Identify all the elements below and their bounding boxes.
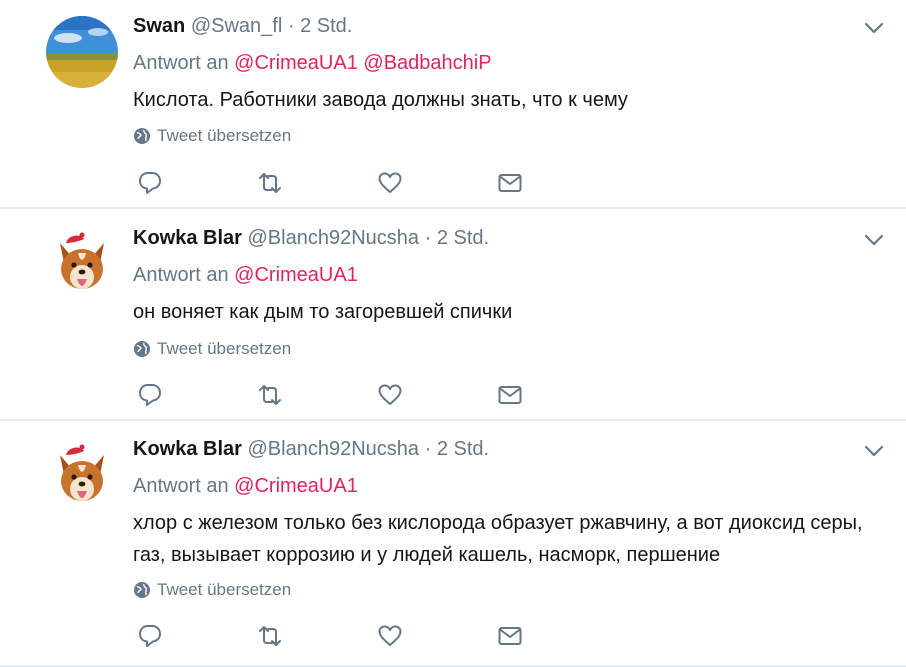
like-icon[interactable] <box>377 623 403 649</box>
like-icon[interactable] <box>377 170 403 196</box>
avatar[interactable] <box>46 439 118 511</box>
user-handle[interactable]: @Blanch92Nucsha <box>248 438 420 460</box>
message-icon[interactable] <box>497 623 523 649</box>
tweet-text: Кислота. Работники завода должны знать, … <box>133 89 628 111</box>
reply-context: Antwort an @CrimeaUA1 <box>133 264 358 287</box>
chevron-down-icon[interactable] <box>862 16 886 40</box>
translate-link[interactable]: Tweet übersetzen <box>133 126 291 146</box>
globe-icon <box>134 341 150 357</box>
user-handle[interactable]: @Swan_fl <box>191 15 282 37</box>
retweet-icon[interactable] <box>257 623 283 649</box>
chevron-down-icon[interactable] <box>862 439 886 463</box>
tweet[interactable]: Swan @Swan_fl · 2 Std. Antwort an @Crime… <box>0 0 906 209</box>
reply-prefix: Antwort an <box>133 264 229 286</box>
tweet[interactable]: Kowka Blar @Blanch92Nucsha · 2 Std. Antw… <box>0 209 906 421</box>
user-name[interactable]: Kowka Blar <box>133 227 242 249</box>
avatar[interactable] <box>46 16 118 88</box>
retweet-icon[interactable] <box>257 170 283 196</box>
separator-dot: · <box>424 438 432 460</box>
mention-link[interactable]: @CrimeaUA1 <box>234 52 358 74</box>
tweet[interactable]: Kowka Blar @Blanch92Nucsha · 2 Std. Antw… <box>0 421 906 667</box>
translate-label: Tweet übersetzen <box>157 580 292 599</box>
tweet-actions <box>137 382 537 408</box>
translate-link[interactable]: Tweet übersetzen <box>133 580 291 600</box>
tweet-actions <box>137 170 537 196</box>
user-name[interactable]: Kowka Blar <box>133 438 242 460</box>
translate-link[interactable]: Tweet übersetzen <box>133 339 291 359</box>
mention-link[interactable]: @CrimeaUA1 <box>234 264 358 286</box>
like-icon[interactable] <box>377 382 403 408</box>
timestamp[interactable]: 2 Std. <box>437 227 489 249</box>
translate-label: Tweet übersetzen <box>157 339 292 358</box>
reply-icon[interactable] <box>137 623 163 649</box>
reply-prefix: Antwort an <box>133 52 229 74</box>
retweet-icon[interactable] <box>257 382 283 408</box>
reply-context: Antwort an @CrimeaUA1 @BadbahchiP <box>133 52 492 75</box>
user-name[interactable]: Swan <box>133 15 185 37</box>
user-handle[interactable]: @Blanch92Nucsha <box>248 227 420 249</box>
message-icon[interactable] <box>497 382 523 408</box>
timestamp[interactable]: 2 Std. <box>300 15 352 37</box>
translate-label: Tweet übersetzen <box>157 126 292 145</box>
mention-link[interactable]: @CrimeaUA1 <box>234 475 358 497</box>
tweet-actions <box>137 623 537 649</box>
reply-context: Antwort an @CrimeaUA1 <box>133 475 358 498</box>
tweet-text: он воняет как дым то загоревшей спички <box>133 301 513 323</box>
separator-dot: · <box>287 15 295 37</box>
reply-icon[interactable] <box>137 170 163 196</box>
mention-link[interactable]: @BadbahchiP <box>363 52 491 74</box>
timestamp[interactable]: 2 Std. <box>437 438 489 460</box>
reply-prefix: Antwort an <box>133 475 229 497</box>
tweet-text: хлор с железом только без кислорода обра… <box>133 512 863 566</box>
separator-dot: · <box>424 227 432 249</box>
avatar[interactable] <box>46 227 118 299</box>
reply-icon[interactable] <box>137 382 163 408</box>
chevron-down-icon[interactable] <box>862 228 886 252</box>
globe-icon <box>134 128 150 144</box>
message-icon[interactable] <box>497 170 523 196</box>
globe-icon <box>134 582 150 598</box>
